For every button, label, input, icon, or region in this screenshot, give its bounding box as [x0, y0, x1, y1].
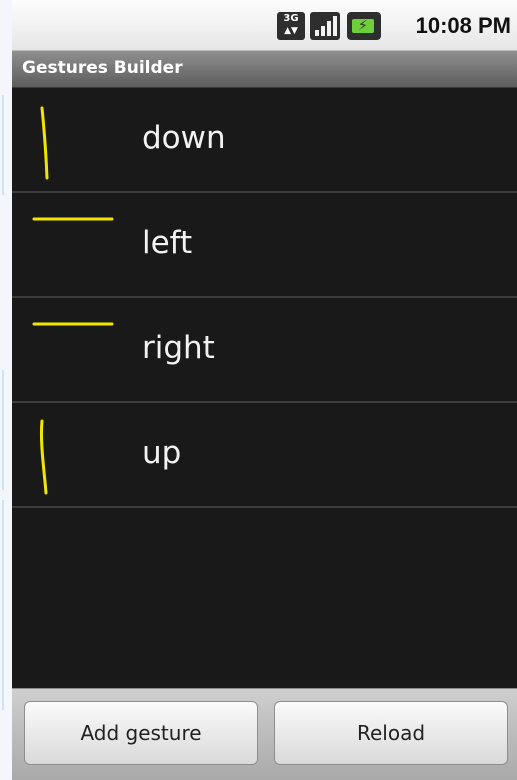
status-bar: 3G ▲▼ ⚡ 10:08 PM [12, 0, 517, 51]
signal-strength-icon [310, 12, 340, 40]
gesture-right-thumbnail [32, 322, 114, 326]
edge-accent [2, 370, 4, 490]
gesture-name: down [142, 120, 226, 156]
gesture-down-thumbnail [40, 106, 49, 180]
window-edge [0, 0, 12, 780]
gesture-list-item[interactable]: up [12, 403, 517, 508]
network-3g-icon: 3G ▲▼ [277, 12, 305, 40]
edge-accent [2, 500, 4, 710]
gesture-up-thumbnail [39, 419, 48, 495]
gesture-name: up [142, 435, 182, 471]
gesture-name: right [142, 330, 215, 366]
gesture-list-item[interactable]: left [12, 193, 517, 298]
gesture-name: left [142, 225, 193, 261]
gesture-list-item[interactable]: right [12, 298, 517, 403]
gesture-list-item[interactable]: down [12, 88, 517, 193]
phone-screen: 3G ▲▼ ⚡ 10:08 PM Gestures Builder down l… [12, 0, 517, 780]
network-label: 3G [283, 13, 299, 24]
gesture-list: down left right up [12, 88, 517, 508]
bottom-action-bar: Add gesture Reload [12, 688, 517, 780]
add-gesture-button[interactable]: Add gesture [24, 701, 258, 765]
reload-button[interactable]: Reload [274, 701, 508, 765]
app-title: Gestures Builder [22, 58, 183, 78]
gesture-left-thumbnail [32, 217, 114, 221]
status-time: 10:08 PM [415, 13, 511, 38]
title-bar: Gestures Builder [12, 51, 517, 88]
edge-accent [2, 95, 4, 195]
battery-charging-icon: ⚡ [347, 12, 381, 40]
